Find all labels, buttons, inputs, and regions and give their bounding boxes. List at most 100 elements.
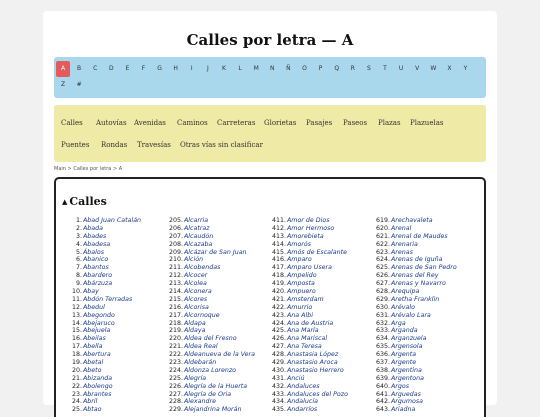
street-link[interactable]: Ampelido bbox=[287, 272, 317, 279]
street-link[interactable]: Alcocer bbox=[184, 272, 207, 279]
letter-link-v[interactable]: V bbox=[410, 61, 424, 77]
street-link[interactable]: Amsterdam bbox=[287, 296, 324, 303]
letter-link-o[interactable]: O bbox=[298, 61, 312, 77]
letter-link-p[interactable]: P bbox=[314, 61, 328, 77]
category-link-otras-vias-sin-clasificar[interactable]: Otras vías sin clasificar bbox=[180, 141, 263, 149]
street-link[interactable]: Arévalo bbox=[391, 304, 415, 311]
letter-link-n[interactable]: N bbox=[265, 61, 279, 77]
street-link[interactable]: Argente bbox=[391, 359, 416, 366]
street-link[interactable]: Alcazaba bbox=[184, 241, 212, 248]
letter-link-c[interactable]: C bbox=[88, 61, 102, 77]
street-link[interactable]: Abejuela bbox=[83, 327, 110, 334]
street-link[interactable]: Alcarria bbox=[184, 217, 208, 224]
street-link[interactable]: Andalucía bbox=[287, 398, 318, 405]
street-link[interactable]: Amparo bbox=[287, 256, 312, 263]
letter-link-b[interactable]: B bbox=[72, 61, 86, 77]
street-link[interactable]: Arequipa bbox=[391, 288, 419, 295]
street-link[interactable]: Andaluces bbox=[287, 383, 320, 390]
street-link[interactable]: Alegría de la Huerta bbox=[184, 383, 247, 390]
street-link[interactable]: Argumosa bbox=[391, 398, 423, 405]
street-link[interactable]: Amor de Dios bbox=[287, 217, 330, 224]
street-link[interactable]: Anastasia López bbox=[287, 351, 338, 358]
letter-link-l[interactable]: L bbox=[233, 61, 247, 77]
street-link[interactable]: Alcores bbox=[184, 296, 207, 303]
category-link-plazas[interactable]: Plazas bbox=[378, 119, 401, 127]
street-link[interactable]: Argensola bbox=[391, 343, 423, 350]
street-link[interactable]: Abada bbox=[83, 225, 103, 232]
street-link[interactable]: Abantos bbox=[83, 264, 109, 271]
street-link[interactable]: Alción bbox=[184, 256, 203, 263]
letter-link-e[interactable]: E bbox=[120, 61, 134, 77]
category-link-caminos[interactable]: Caminos bbox=[177, 119, 208, 127]
street-link[interactable]: Aldebarán bbox=[184, 359, 216, 366]
street-link[interactable]: Ana Mariscal bbox=[287, 335, 327, 342]
street-link[interactable]: Ábalos bbox=[83, 249, 104, 256]
letter-link-y[interactable]: Y bbox=[459, 61, 473, 77]
street-link[interactable]: Arenal bbox=[391, 225, 411, 232]
street-link[interactable]: Alcatraz bbox=[184, 225, 210, 232]
letter-link-t[interactable]: T bbox=[378, 61, 392, 77]
category-link-calles[interactable]: Calles bbox=[61, 119, 83, 127]
street-link[interactable]: Amorebieta bbox=[287, 233, 324, 240]
street-link[interactable]: Abades bbox=[83, 233, 106, 240]
street-link[interactable]: Arganda bbox=[391, 327, 418, 334]
letter-link-x[interactable]: X bbox=[442, 61, 456, 77]
letter-link-m[interactable]: M bbox=[249, 61, 263, 77]
street-link[interactable]: Argos bbox=[391, 383, 409, 390]
street-link[interactable]: Aldaya bbox=[184, 327, 206, 334]
street-link[interactable]: Amurrio bbox=[287, 304, 312, 311]
collapse-triangle-icon[interactable]: ▲ bbox=[62, 197, 67, 206]
street-link[interactable]: Alejandrina Morán bbox=[184, 406, 241, 413]
street-link[interactable]: Abetal bbox=[83, 359, 103, 366]
street-link[interactable]: Andaluces del Pozo bbox=[287, 391, 348, 398]
letter-link-q[interactable]: Q bbox=[330, 61, 344, 77]
street-link[interactable]: Amor Hermoso bbox=[287, 225, 334, 232]
street-link[interactable]: Arenas de Iguña bbox=[391, 256, 442, 263]
street-link[interactable]: Abanico bbox=[83, 256, 108, 263]
street-link[interactable]: Abay bbox=[83, 288, 99, 295]
street-link[interactable]: Alegría bbox=[184, 375, 206, 382]
category-link-paseos[interactable]: Paseos bbox=[343, 119, 367, 127]
street-link[interactable]: Arenas del Rey bbox=[391, 272, 439, 279]
street-link[interactable]: Ana María bbox=[287, 327, 319, 334]
street-link[interactable]: Amposta bbox=[287, 280, 315, 287]
letter-link-g[interactable]: G bbox=[153, 61, 167, 77]
category-link-glorietas[interactable]: Glorietas bbox=[264, 119, 296, 127]
street-link[interactable]: Abárzuza bbox=[83, 280, 112, 287]
street-link[interactable]: Arenaria bbox=[391, 241, 418, 248]
street-link[interactable]: Ana Albi bbox=[287, 312, 313, 319]
street-link[interactable]: Alconera bbox=[184, 288, 212, 295]
street-link[interactable]: Alcaudón bbox=[184, 233, 213, 240]
street-link[interactable]: Abedul bbox=[83, 304, 105, 311]
street-link[interactable]: Amparo Usera bbox=[287, 264, 332, 271]
street-link[interactable]: Abrantes bbox=[83, 391, 111, 398]
street-link[interactable]: Aldapa bbox=[184, 320, 206, 327]
letter-link-i[interactable]: I bbox=[185, 61, 199, 77]
letter-link-a[interactable]: A bbox=[56, 61, 70, 77]
letter-link-ñ[interactable]: Ñ bbox=[281, 61, 295, 77]
street-link[interactable]: Aldonza Lorenzo bbox=[184, 367, 236, 374]
street-link[interactable]: Arguedas bbox=[391, 391, 421, 398]
street-link[interactable]: Amós de Escalante bbox=[287, 249, 347, 256]
letter-link-j[interactable]: J bbox=[201, 61, 215, 77]
street-link[interactable]: Aldea Real bbox=[184, 343, 218, 350]
street-link[interactable]: Abeilas bbox=[83, 335, 106, 342]
category-link-plazuelas[interactable]: Plazuelas bbox=[410, 119, 443, 127]
street-link[interactable]: Argenta bbox=[391, 351, 416, 358]
street-link[interactable]: Argentona bbox=[391, 375, 424, 382]
street-link[interactable]: Abtao bbox=[83, 406, 102, 413]
street-link[interactable]: Abejaruco bbox=[83, 320, 115, 327]
street-link[interactable]: Abolengo bbox=[83, 383, 113, 390]
street-link[interactable]: Anastasio Aroca bbox=[287, 359, 338, 366]
category-link-rondas[interactable]: Rondas bbox=[101, 141, 127, 149]
category-link-autovias[interactable]: Autovías bbox=[96, 119, 127, 127]
street-link[interactable]: Ana de Austria bbox=[287, 320, 333, 327]
street-link[interactable]: Aldea del Fresno bbox=[184, 335, 237, 342]
street-link[interactable]: Alcolea bbox=[184, 280, 207, 287]
street-link[interactable]: Abad Juan Catalán bbox=[83, 217, 141, 224]
letter-link-f[interactable]: F bbox=[137, 61, 151, 77]
street-link[interactable]: Alcobendas bbox=[184, 264, 220, 271]
section-header[interactable]: ▲ Calles bbox=[62, 195, 107, 208]
street-link[interactable]: Abertura bbox=[83, 351, 111, 358]
street-link[interactable]: Aretha Franklin bbox=[391, 296, 439, 303]
